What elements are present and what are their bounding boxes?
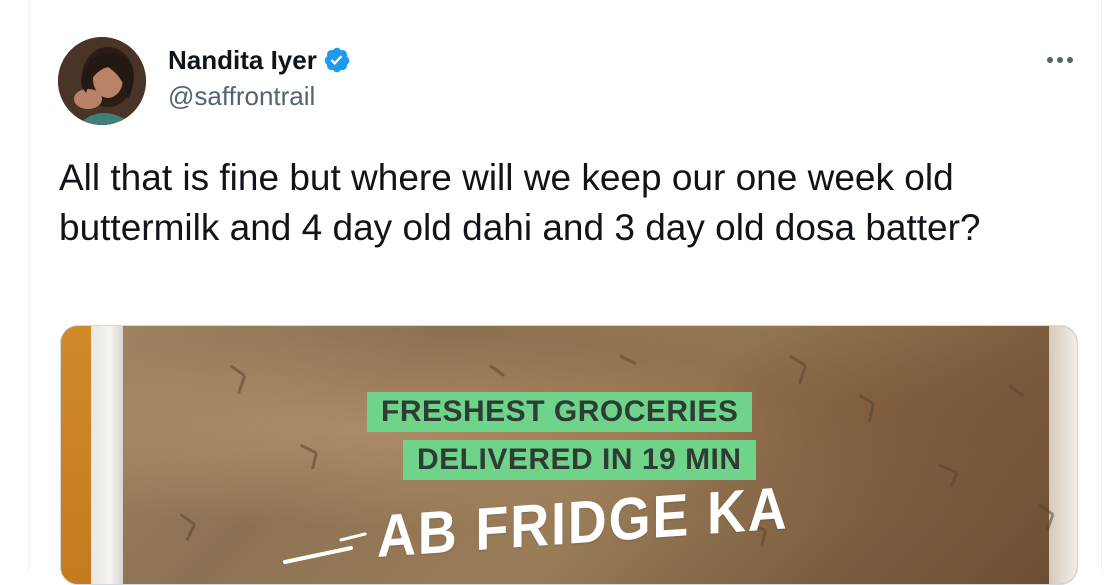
avatar[interactable] [58,37,146,125]
speed-lines-icon [283,532,367,564]
author-name-row[interactable]: Nandita Iyer [168,44,351,76]
profile-photo-icon [58,37,146,125]
tweet-media-image[interactable]: FRESHEST GROCERIES DELIVERED IN 19 MIN A… [60,325,1078,585]
more-dots-icon [1047,57,1073,63]
banner-line-1: FRESHEST GROCERIES [367,392,753,432]
tweet-card[interactable]: Nandita Iyer @saffrontrail All that is f… [28,0,1102,585]
more-options-button[interactable] [1038,44,1082,76]
tweet-text: All that is fine but where will we keep … [59,157,981,248]
verified-badge-icon [324,47,350,73]
author-display-name[interactable]: Nandita Iyer [168,44,317,76]
author-handle[interactable]: @saffrontrail [168,80,315,112]
banner-line-2: DELIVERED IN 19 MIN [403,440,756,480]
